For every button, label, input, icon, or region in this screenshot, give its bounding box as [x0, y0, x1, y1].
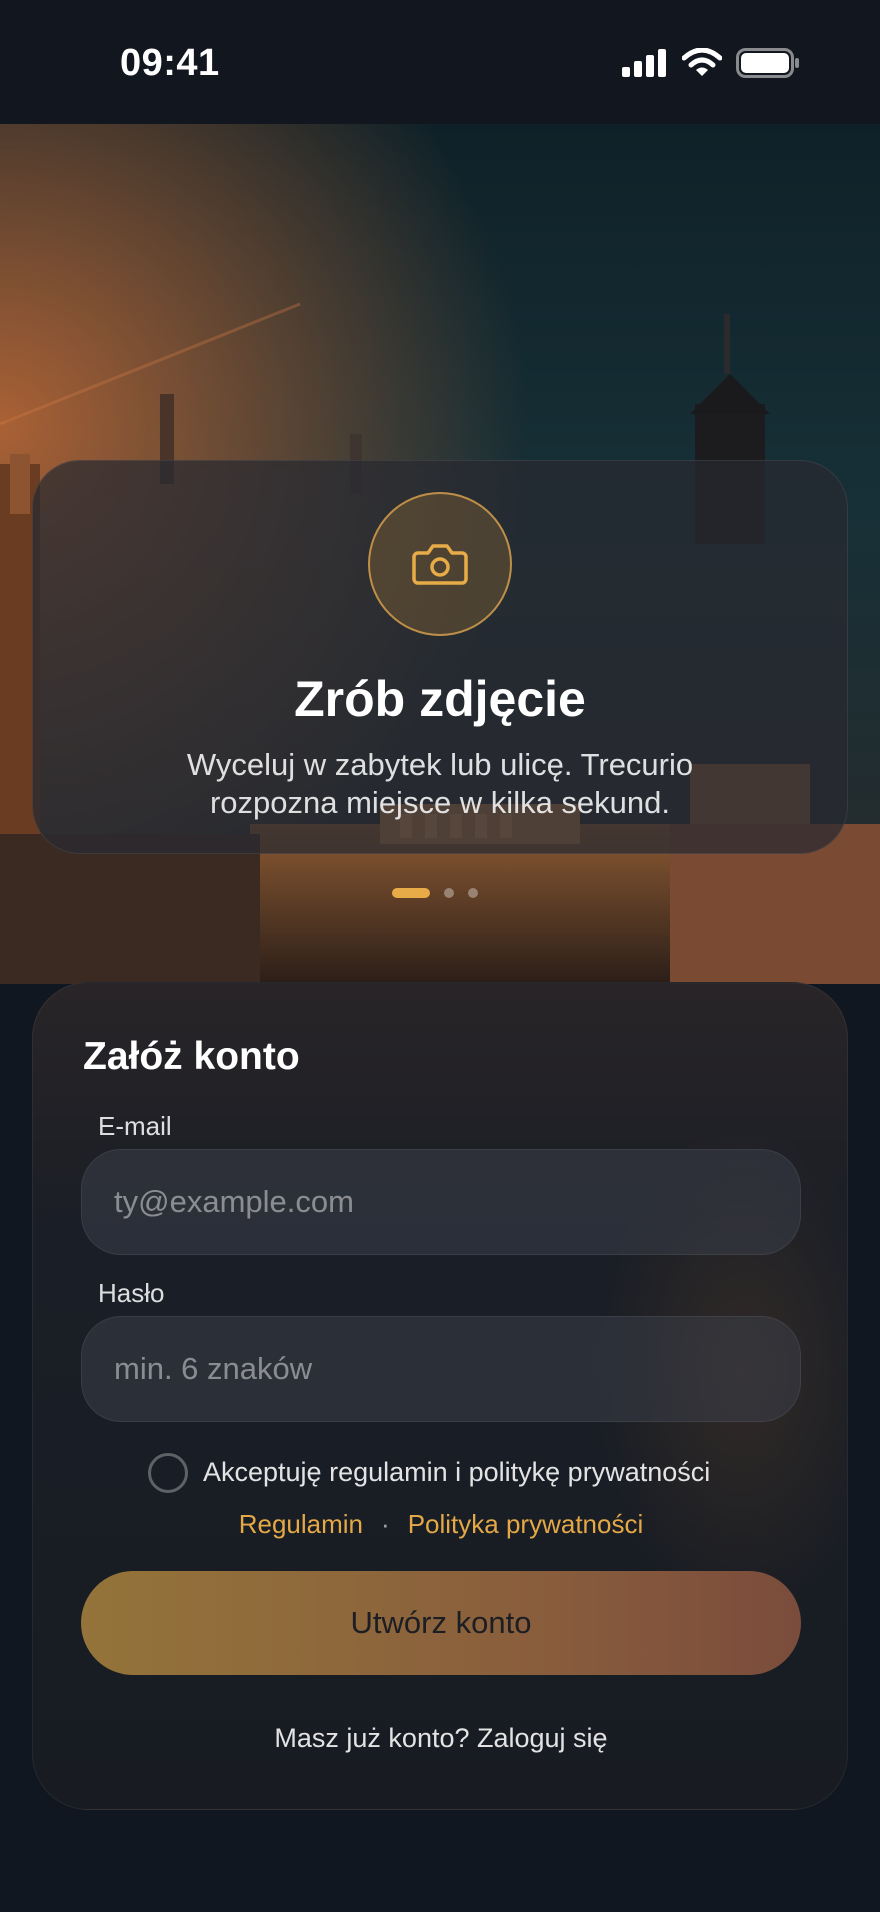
terms-checkbox[interactable]: [148, 1453, 188, 1493]
page-dot[interactable]: [444, 888, 454, 898]
terms-checkbox-label[interactable]: Akceptuję regulamin i politykę prywatnoś…: [203, 1457, 710, 1488]
onboarding-description: Wyceluj w zabytek lub ulicę. Trecurio ro…: [186, 747, 694, 820]
cellular-signal-icon: [622, 49, 666, 77]
onboarding-title: Zrób zdjęcie: [294, 671, 586, 727]
status-time: 09:41: [120, 42, 220, 84]
link-separator: ·: [381, 1509, 390, 1539]
page-dot[interactable]: [468, 888, 478, 898]
password-input[interactable]: [81, 1316, 801, 1422]
camera-icon: [412, 544, 468, 585]
email-input[interactable]: [81, 1149, 801, 1255]
page-dot-active[interactable]: [392, 888, 430, 898]
signup-card: Załóż konto E-mail Hasło Akceptuję regul…: [32, 982, 848, 1810]
email-label: E-mail: [98, 1111, 172, 1141]
privacy-policy-link[interactable]: Polityka prywatności: [408, 1509, 644, 1539]
wifi-icon: [682, 48, 722, 76]
status-bar: 09:41: [0, 0, 880, 124]
camera-badge: [368, 492, 512, 636]
create-account-button[interactable]: Utwórz konto: [81, 1571, 801, 1675]
legal-links: Regulamin · Polityka prywatności: [33, 1509, 847, 1540]
page-indicator: [392, 888, 478, 898]
terms-link[interactable]: Regulamin: [239, 1509, 363, 1539]
signup-title: Załóż konto: [83, 1035, 300, 1078]
login-link[interactable]: Masz już konto? Zaloguj się: [33, 1723, 847, 1754]
status-icons: [622, 48, 800, 78]
password-label: Hasło: [98, 1278, 165, 1308]
battery-icon: [736, 48, 799, 78]
